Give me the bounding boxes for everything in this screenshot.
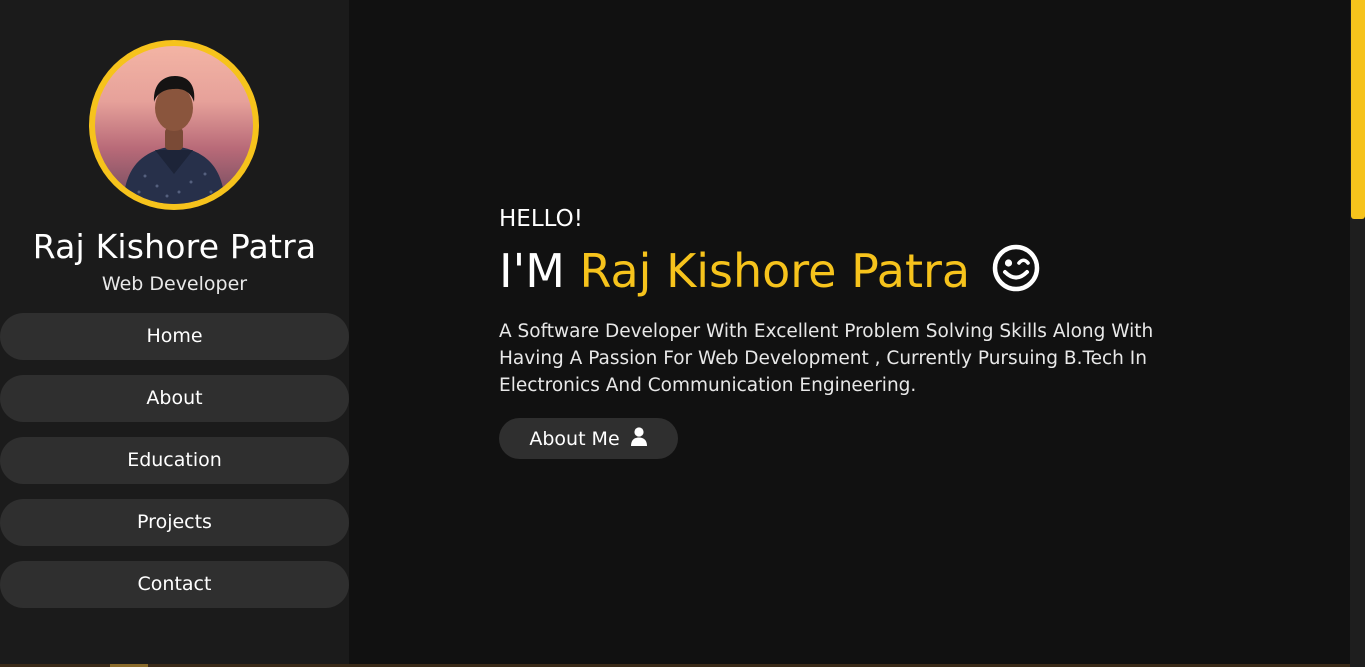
hero-section: HELLO! I'M Raj Kishore Patra A Software … bbox=[349, 0, 1350, 667]
about-me-label: About Me bbox=[529, 427, 620, 450]
hero-intro: A Software Developer With Excellent Prob… bbox=[499, 321, 1154, 396]
hero-headline: I'M Raj Kishore Patra bbox=[499, 243, 1041, 304]
profile-photo bbox=[123, 76, 225, 204]
avatar-ring bbox=[89, 40, 259, 210]
nav-about-button[interactable]: About bbox=[0, 375, 349, 422]
profile-role: Web Developer bbox=[101, 273, 248, 295]
sidebar-nav: Home About Education Projects Contact bbox=[0, 313, 349, 623]
wink-face-icon bbox=[991, 243, 1041, 304]
about-me-button[interactable]: About Me bbox=[499, 418, 678, 459]
hero-name: Raj Kishore Patra bbox=[579, 244, 971, 298]
page: Raj Kishore Patra Web Developer Home Abo… bbox=[0, 0, 1365, 667]
hero-greeting: HELLO! bbox=[499, 206, 583, 232]
nav-education-button[interactable]: Education bbox=[0, 437, 349, 484]
nav-home-button[interactable]: Home bbox=[0, 313, 349, 360]
nav-contact-button[interactable]: Contact bbox=[0, 561, 349, 608]
user-icon bbox=[630, 426, 648, 451]
hero-prefix: I'M bbox=[499, 244, 565, 298]
scrollbar-thumb[interactable] bbox=[1351, 0, 1365, 219]
sidebar: Raj Kishore Patra Web Developer Home Abo… bbox=[0, 0, 349, 667]
avatar bbox=[95, 46, 253, 204]
nav-projects-button[interactable]: Projects bbox=[0, 499, 349, 546]
profile-name: Raj Kishore Patra bbox=[32, 227, 317, 266]
